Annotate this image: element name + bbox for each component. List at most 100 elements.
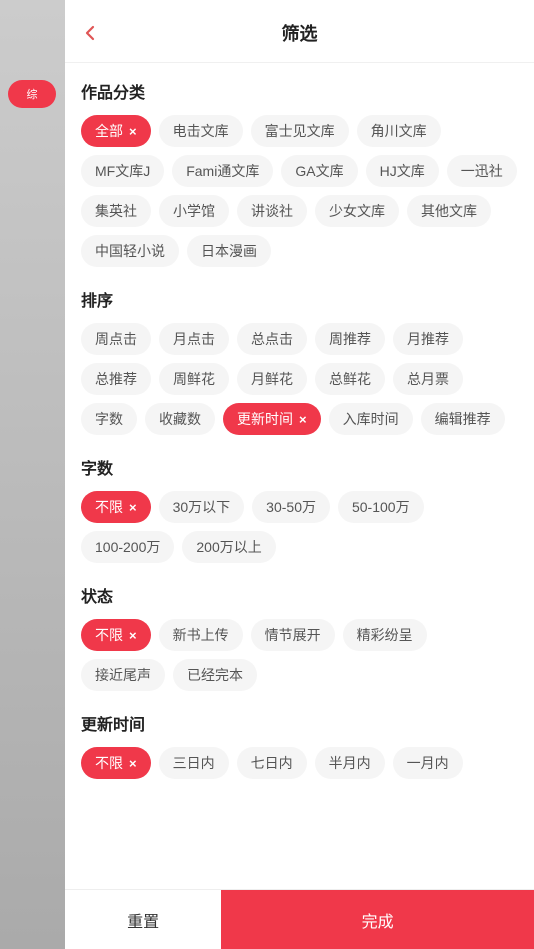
tag-集英社[interactable]: 集英社	[81, 195, 151, 227]
tag-label: 总点击	[251, 329, 293, 349]
filter-panel: 筛选 作品分类全部 × 电击文库 富士见文库 角川文库 MF文库JFami通文库GA文库 H…	[65, 0, 534, 949]
tag-GA文库[interactable]: GA文库	[281, 155, 357, 187]
tag-label: 角川文库	[371, 121, 427, 141]
tag-100-200万[interactable]: 100-200万	[81, 531, 174, 563]
tag-label: 月点击	[173, 329, 215, 349]
tag-HJ文库[interactable]: HJ文库	[366, 155, 439, 187]
tag-label: 周推荐	[329, 329, 371, 349]
tag-label: HJ文库	[380, 161, 425, 181]
tag-label: 100-200万	[95, 537, 160, 557]
tag-label: 中国轻小说	[95, 241, 165, 261]
tag-label: 已经完本	[187, 665, 243, 685]
tag-label: 不限	[95, 497, 123, 517]
tag-label: 少女文库	[329, 201, 385, 221]
tag-半月内[interactable]: 半月内	[315, 747, 385, 779]
tag-close-icon[interactable]: ×	[129, 756, 137, 771]
sidebar-pill: 综	[8, 80, 56, 108]
tag-label: 周点击	[95, 329, 137, 349]
filter-footer: 重置 完成	[65, 889, 534, 949]
tag-总鲜花[interactable]: 总鲜花	[315, 363, 385, 395]
confirm-button[interactable]: 完成	[221, 890, 534, 949]
tag-总推荐[interactable]: 总推荐	[81, 363, 151, 395]
tags-sort: 周点击 月点击 总点击 周推荐 月推荐总推荐 周鲜花 月鲜花 总鲜花 总月票字数 收藏数 更新时间×…	[81, 323, 518, 435]
tag-30万以下[interactable]: 30万以下	[159, 491, 245, 523]
tag-label: 字数	[95, 409, 123, 429]
tag-富士见文库[interactable]: 富士见文库	[251, 115, 349, 147]
tag-label: 富士见文库	[265, 121, 335, 141]
tag-月点击[interactable]: 月点击	[159, 323, 229, 355]
tag-不限[interactable]: 不限×	[81, 747, 151, 779]
tag-小学馆[interactable]: 小学馆	[159, 195, 229, 227]
tag-全部[interactable]: 全部 ×	[81, 115, 151, 147]
tag-少女文库[interactable]: 少女文库	[315, 195, 399, 227]
tag-不限[interactable]: 不限 ×	[81, 619, 151, 651]
tag-精彩纷呈[interactable]: 精彩纷呈	[343, 619, 427, 651]
section-wordcount: 字数不限×30万以下30-50万50-100万100-200万200万以上	[81, 455, 518, 563]
section-title-sort: 排序	[81, 287, 518, 311]
tag-月推荐[interactable]: 月推荐	[393, 323, 463, 355]
tag-一月内[interactable]: 一月内	[393, 747, 463, 779]
tag-周点击[interactable]: 周点击	[81, 323, 151, 355]
tag-close-icon[interactable]: ×	[129, 500, 137, 515]
tags-category: 全部 × 电击文库 富士见文库 角川文库 MF文库JFami通文库GA文库 HJ文库 一迅社集…	[81, 115, 518, 267]
tag-接近尾声[interactable]: 接近尾声	[81, 659, 165, 691]
tag-label: 30-50万	[266, 497, 316, 517]
tag-label: 月鲜花	[251, 369, 293, 389]
tag-新书上传[interactable]: 新书上传	[159, 619, 243, 651]
tag-30-50万[interactable]: 30-50万	[252, 491, 330, 523]
tag-周鲜花[interactable]: 周鲜花	[159, 363, 229, 395]
tag-不限[interactable]: 不限 ×	[81, 491, 151, 523]
section-update_time: 更新时间不限×三日内七日内半月内一月内	[81, 711, 518, 779]
tags-update_time: 不限× 三日内 七日内 半月内 一月内	[81, 747, 518, 779]
section-title-category: 作品分类	[81, 79, 518, 103]
tag-label: 三日内	[173, 753, 215, 773]
reset-button[interactable]: 重置	[65, 890, 221, 949]
tag-label: 周鲜花	[173, 369, 215, 389]
tag-入库时间[interactable]: 入库时间	[329, 403, 413, 435]
tag-编辑推荐[interactable]: 编辑推荐	[421, 403, 505, 435]
tag-周推荐[interactable]: 周推荐	[315, 323, 385, 355]
tag-MF文库J[interactable]: MF文库J	[81, 155, 164, 187]
tag-更新时间[interactable]: 更新时间×	[223, 403, 321, 435]
tag-label: 精彩纷呈	[357, 625, 413, 645]
back-button[interactable]	[81, 24, 99, 42]
tag-label: 接近尾声	[95, 665, 151, 685]
sidebar-background: 综	[0, 0, 65, 949]
tag-label: 全部	[95, 121, 123, 141]
tag-总点击[interactable]: 总点击	[237, 323, 307, 355]
tag-label: 不限	[95, 625, 123, 645]
tag-日本漫画[interactable]: 日本漫画	[187, 235, 271, 267]
tag-月鲜花[interactable]: 月鲜花	[237, 363, 307, 395]
tag-label: 月推荐	[407, 329, 449, 349]
tag-200万以上[interactable]: 200万以上	[182, 531, 275, 563]
tag-一迅社[interactable]: 一迅社	[447, 155, 517, 187]
tag-总月票[interactable]: 总月票	[393, 363, 463, 395]
tag-三日内[interactable]: 三日内	[159, 747, 229, 779]
tag-label: 其他文库	[421, 201, 477, 221]
tag-其他文库[interactable]: 其他文库	[407, 195, 491, 227]
tag-角川文库[interactable]: 角川文库	[357, 115, 441, 147]
tag-七日内[interactable]: 七日内	[237, 747, 307, 779]
tag-label: 新书上传	[173, 625, 229, 645]
tag-电击文库[interactable]: 电击文库	[159, 115, 243, 147]
tag-label: 收藏数	[159, 409, 201, 429]
section-sort: 排序周点击 月点击 总点击 周推荐 月推荐总推荐 周鲜花 月鲜花 总鲜花 总月票字数 收藏数 更新时…	[81, 287, 518, 435]
tag-字数[interactable]: 字数	[81, 403, 137, 435]
tag-50-100万[interactable]: 50-100万	[338, 491, 424, 523]
tag-label: 200万以上	[196, 537, 261, 557]
tag-label: 半月内	[329, 753, 371, 773]
tag-close-icon[interactable]: ×	[129, 628, 137, 643]
tag-Fami通文库[interactable]: Fami通文库	[172, 155, 273, 187]
tag-close-icon[interactable]: ×	[129, 124, 137, 139]
filter-header: 筛选	[65, 0, 534, 63]
tag-label: 电击文库	[173, 121, 229, 141]
tag-收藏数[interactable]: 收藏数	[145, 403, 215, 435]
section-status: 状态不限×新书上传情节展开精彩纷呈接近尾声已经完本	[81, 583, 518, 691]
tag-讲谈社[interactable]: 讲谈社	[237, 195, 307, 227]
tag-label: 总月票	[407, 369, 449, 389]
tag-close-icon[interactable]: ×	[299, 412, 307, 427]
tag-已经完本[interactable]: 已经完本	[173, 659, 257, 691]
filter-content: 作品分类全部 × 电击文库 富士见文库 角川文库 MF文库JFami通文库GA文库 HJ文库…	[65, 63, 534, 889]
tag-情节展开[interactable]: 情节展开	[251, 619, 335, 651]
tag-中国轻小说[interactable]: 中国轻小说	[81, 235, 179, 267]
